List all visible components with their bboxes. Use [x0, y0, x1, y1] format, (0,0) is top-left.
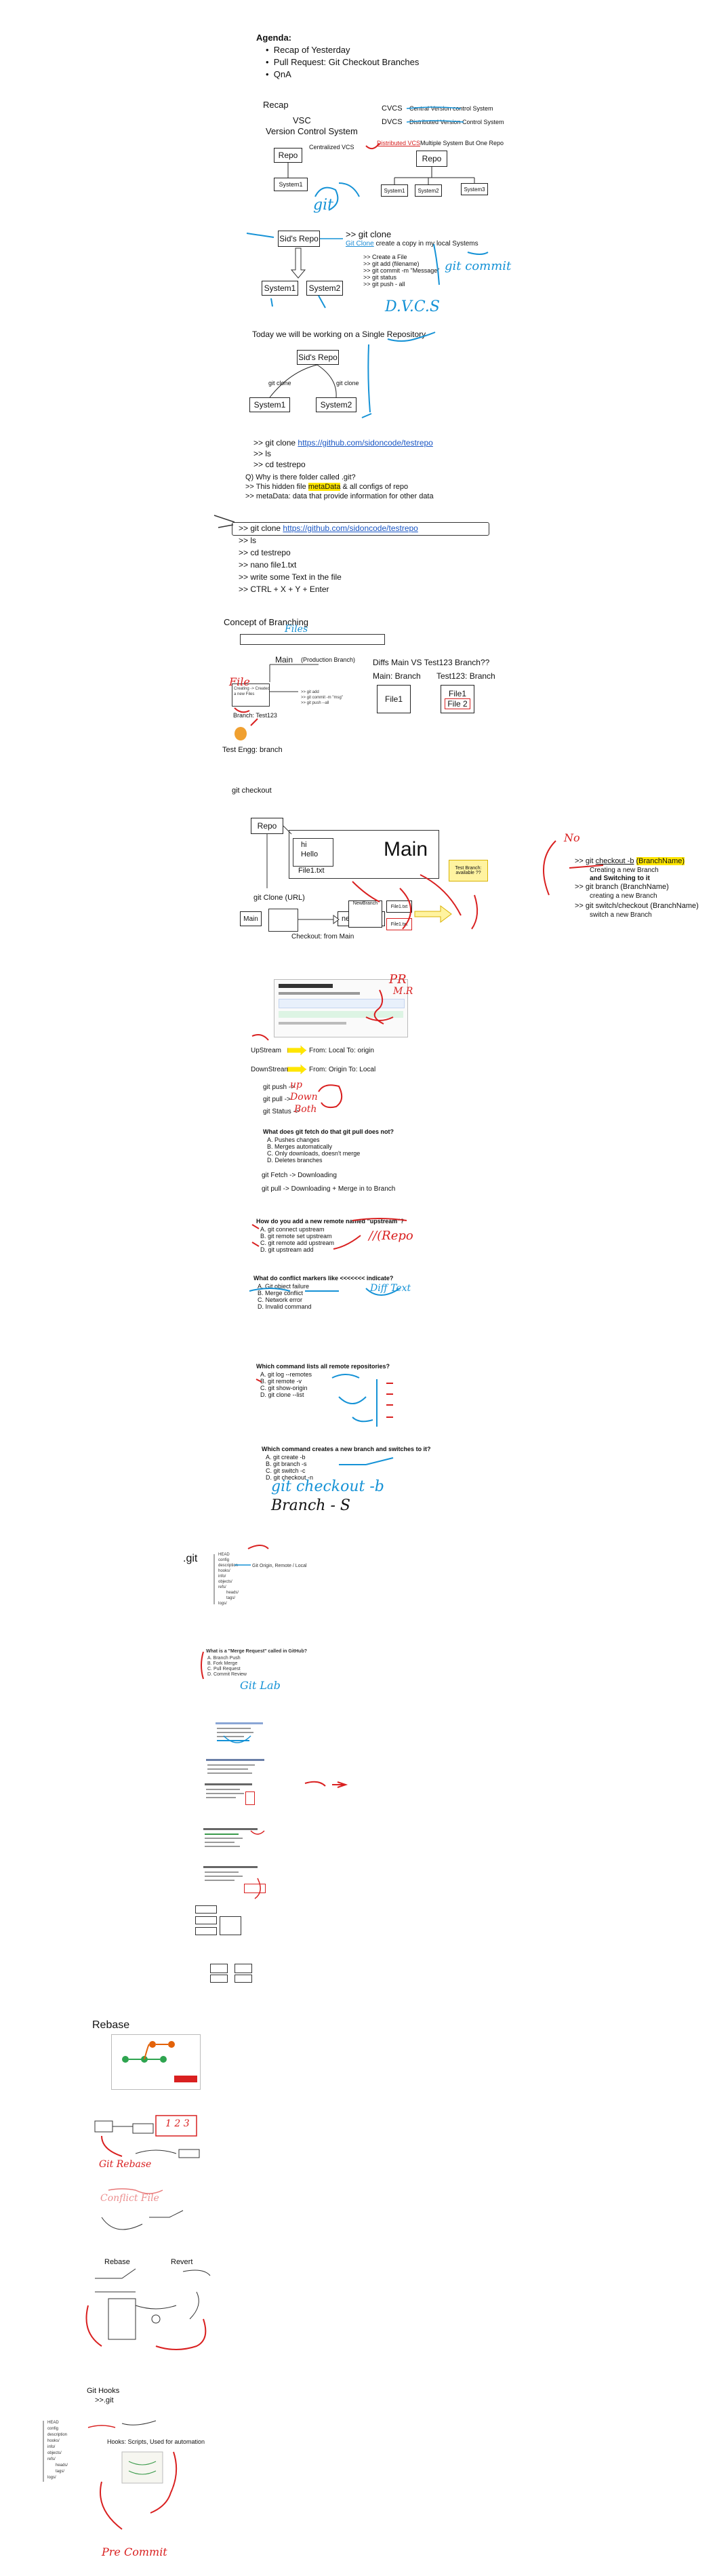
hand-pre-commit: Pre Commit	[102, 2545, 167, 2558]
hooks-sketch	[43, 2420, 178, 2530]
